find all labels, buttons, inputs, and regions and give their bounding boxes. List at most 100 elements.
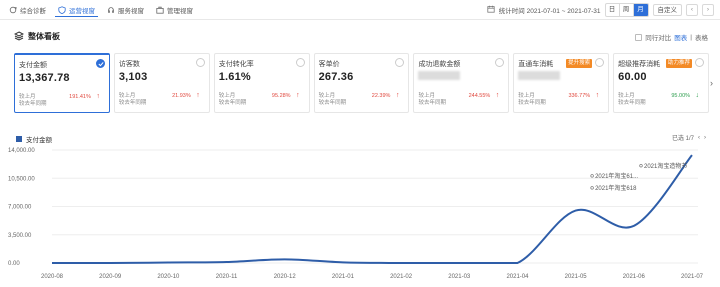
annotation-dot [639, 164, 643, 168]
annotation-dot [590, 174, 594, 178]
pager-text: 已选 1/7 [671, 136, 694, 142]
metric-change: 95.00% [671, 93, 691, 99]
pager-next-button[interactable]: › [704, 135, 706, 141]
select-circle-icon[interactable] [695, 58, 705, 67]
y-tick-label: 10,500.00 [8, 176, 35, 182]
y-tick-label: 7,000.00 [8, 205, 32, 211]
metric-change: 336.77% [568, 93, 591, 99]
select-circle-icon[interactable] [295, 58, 305, 67]
period-week-button[interactable]: 周 [620, 4, 634, 16]
x-tick-label: 2021-06 [623, 274, 646, 280]
metric-value: 60.00 [618, 71, 647, 83]
tab-label: 运营视窗 [69, 7, 95, 15]
arrow-up-icon: ↑ [96, 93, 100, 100]
calendar-icon [487, 5, 495, 15]
metric-name: 支付转化率 [218, 61, 254, 68]
x-tick-label: 2021-02 [390, 274, 413, 280]
compare-month-label: 较上月 [318, 93, 336, 99]
annotation-dot [590, 186, 594, 190]
metric-value-masked [418, 71, 461, 80]
compare-year-label: 较去年同期 [618, 100, 646, 106]
tab-operations[interactable]: 运营视窗 [55, 3, 98, 17]
metric-value: 1.61% [218, 71, 251, 83]
arrow-up-icon: ↑ [595, 92, 600, 99]
x-tick-label: 2021-01 [332, 274, 355, 280]
metric-change: 22.39% [371, 93, 391, 99]
refresh-icon [9, 6, 17, 14]
metric-name: 客单价 [318, 61, 340, 68]
compare-year-label: 较去年同期 [19, 101, 47, 107]
x-tick-label: 2020-11 [216, 274, 238, 280]
metric-card[interactable]: 支付转化率 1.61% 较上月 较去年同期 95.28% ↑ [213, 53, 310, 113]
metric-change: 191.41% [69, 94, 91, 100]
metric-card[interactable]: 超级推荐消耗 60.00 较上月 较去年同期 95.00% ↓ 助力推荐 [613, 53, 710, 113]
x-tick-label: 2020-08 [41, 274, 64, 280]
view-options: 同行对比 图表 | 表格 [635, 32, 708, 42]
shield-icon [58, 5, 66, 14]
next-period-button[interactable]: › [702, 4, 714, 16]
metric-card[interactable]: 直通车消耗 较上月 较去年同期 336.77% ↑ 提升搜索 [513, 53, 610, 113]
date-controls: 统计时间 2021-07-01 ~ 2021-07-31 日 周 月 自定义 ‹… [487, 3, 714, 17]
x-tick-label: 2021-05 [565, 274, 588, 280]
promo-badge[interactable]: 助力推荐 [666, 59, 693, 68]
tab-management[interactable]: 管理视窗 [153, 3, 196, 17]
tab-label: 综合诊断 [20, 8, 46, 15]
top-nav: 综合诊断 运营视窗 服务视窗 管理视窗 统计时间 2021-07-01 ~ 20… [0, 0, 720, 20]
pager-prev-button[interactable]: ‹ [698, 135, 700, 141]
headset-icon [108, 7, 114, 13]
y-tick-label: 14,000.00 [8, 148, 35, 154]
metric-change: 21.93% [172, 93, 191, 99]
series-line [51, 154, 693, 264]
tab-diagnosis[interactable]: 综合诊断 [6, 3, 49, 17]
metric-name: 访客数 [118, 61, 140, 68]
metric-card[interactable]: 客单价 267.36 较上月 较去年同期 22.39% ↑ [313, 53, 410, 113]
tab-label: 服务视窗 [118, 8, 144, 15]
x-tick-label: 2021-03 [448, 274, 471, 280]
metric-value: 13,367.78 [19, 72, 70, 84]
compare-month-label: 较上月 [618, 93, 635, 99]
chart-svg: 0.00 3,500.00 7,000.00 10,500.00 14,000.00 20… [8, 148, 704, 280]
compare-year-label: 较去年同期 [118, 100, 147, 106]
metric-value-masked [518, 71, 561, 80]
custom-period-button[interactable]: 自定义 [652, 4, 682, 16]
briefcase-icon [156, 6, 164, 14]
metric-card[interactable]: 访客数 3,103 较上月 较去年同期 21.93% ↑ [113, 53, 210, 113]
table-view-link[interactable]: 表格 [695, 32, 708, 42]
arrow-up-icon: ↑ [495, 92, 500, 99]
check-icon[interactable] [95, 59, 105, 68]
chevron-right-icon[interactable]: › [710, 78, 713, 88]
x-tick-label: 2020-10 [157, 274, 180, 280]
metric-card[interactable]: 支付金额 13,367.78 较上月 较去年同期 191.41% ↑ [14, 53, 110, 113]
prev-period-button[interactable]: ‹ [686, 4, 698, 16]
section-header: 整体看板 同行对比 图表 | 表格 [0, 28, 720, 44]
metric-card[interactable]: 成功退款金额 较上月 较去年同期 244.55% ↑ [413, 53, 510, 113]
view-divider: | [690, 33, 692, 41]
metric-compare: 较上月 较去年同期 [319, 93, 347, 107]
view-tabs: 综合诊断 运营视窗 服务视窗 管理视窗 [6, 3, 196, 17]
metric-name: 支付金额 [19, 62, 47, 69]
metric-value: 3,103 [118, 71, 148, 83]
line-chart: 0.00 3,500.00 7,000.00 10,500.00 14,000.00 20… [0, 142, 720, 287]
compare-checkbox[interactable] [635, 33, 643, 41]
metric-compare: 较上月 较去年同期 [518, 93, 546, 107]
arrow-up-icon: ↑ [395, 92, 400, 99]
promo-badge[interactable]: 提升搜索 [566, 59, 593, 68]
metric-compare: 较上月 较去年同期 [618, 93, 646, 107]
y-tick-label: 0.00 [8, 261, 20, 267]
metric-compare: 较上月 较去年同期 [219, 93, 247, 107]
period-day-button[interactable]: 日 [606, 4, 620, 16]
chart-view-link[interactable]: 图表 [674, 32, 687, 42]
arrow-up-icon: ↑ [296, 92, 300, 99]
layers-icon [14, 31, 24, 41]
compare-month-label: 较上月 [418, 93, 435, 99]
compare-year-label: 较去年同期 [518, 100, 546, 106]
x-tick-label: 2020-09 [99, 274, 122, 280]
metric-cards: 支付金额 13,367.78 较上月 较去年同期 191.41% ↑ 访客数 3,103 较上月… [14, 53, 710, 113]
tab-label: 管理视窗 [167, 8, 193, 15]
period-month-button[interactable]: 月 [633, 4, 648, 16]
series-pager: 已选 1/7 ‹ › [671, 133, 706, 143]
compare-month-label: 较上月 [518, 93, 535, 99]
select-circle-icon[interactable] [195, 58, 205, 67]
tab-service[interactable]: 服务视窗 [104, 3, 147, 17]
annotation-label: 2021年淘宝618 [595, 184, 637, 192]
